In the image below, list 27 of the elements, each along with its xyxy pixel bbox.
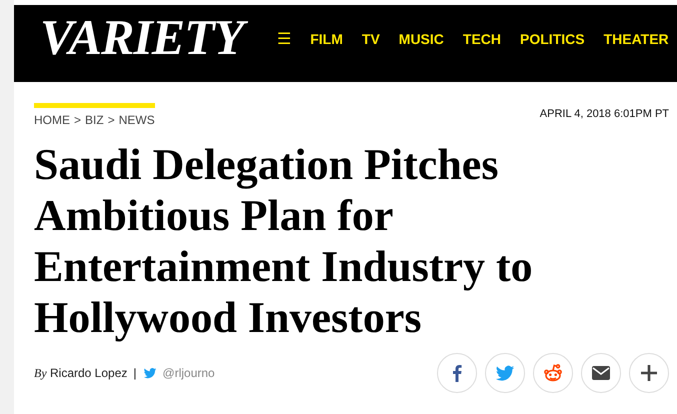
share-button[interactable] — [581, 353, 621, 393]
headline: Saudi Delegation Pitches Ambitious Plan for Entertainment Industry to Hollywood Investors — [34, 139, 534, 343]
reddit-icon — [543, 364, 563, 382]
nav-link[interactable]: POLITICS — [520, 30, 585, 46]
nav-link[interactable]: TECH — [462, 30, 502, 46]
breadcrumb-link[interactable]: BIZ — [85, 113, 104, 127]
nav-link[interactable]: TV — [362, 30, 380, 46]
publish-date: APRIL 4, 2018 6:01PM PT — [540, 107, 669, 122]
twitter-icon — [142, 367, 157, 379]
menu-icon[interactable]: ☰ — [277, 28, 292, 48]
separator: | — [133, 366, 137, 380]
breadcrumb-link[interactable]: NEWS — [118, 113, 155, 127]
breadcrumb-separator: > — [108, 113, 115, 127]
share-button[interactable] — [629, 353, 669, 393]
byline: By Ricardo Lopez — [34, 366, 128, 380]
site-logo[interactable]: VARIETY — [36, 6, 250, 69]
nav-link[interactable]: MUSIC — [398, 30, 444, 46]
nav-link[interactable]: THEATER — [604, 30, 669, 46]
twitter-handle-link[interactable]: @rljourno — [162, 366, 215, 380]
twitter-icon — [495, 364, 515, 382]
facebook-icon — [452, 364, 462, 382]
share-button[interactable] — [437, 353, 477, 393]
nav-link[interactable]: FILM — [310, 30, 343, 46]
breadcrumb-link[interactable]: HOME — [34, 113, 70, 127]
envelope-icon — [592, 366, 610, 380]
plus-icon — [641, 365, 657, 381]
breadcrumb-separator: > — [74, 113, 82, 127]
